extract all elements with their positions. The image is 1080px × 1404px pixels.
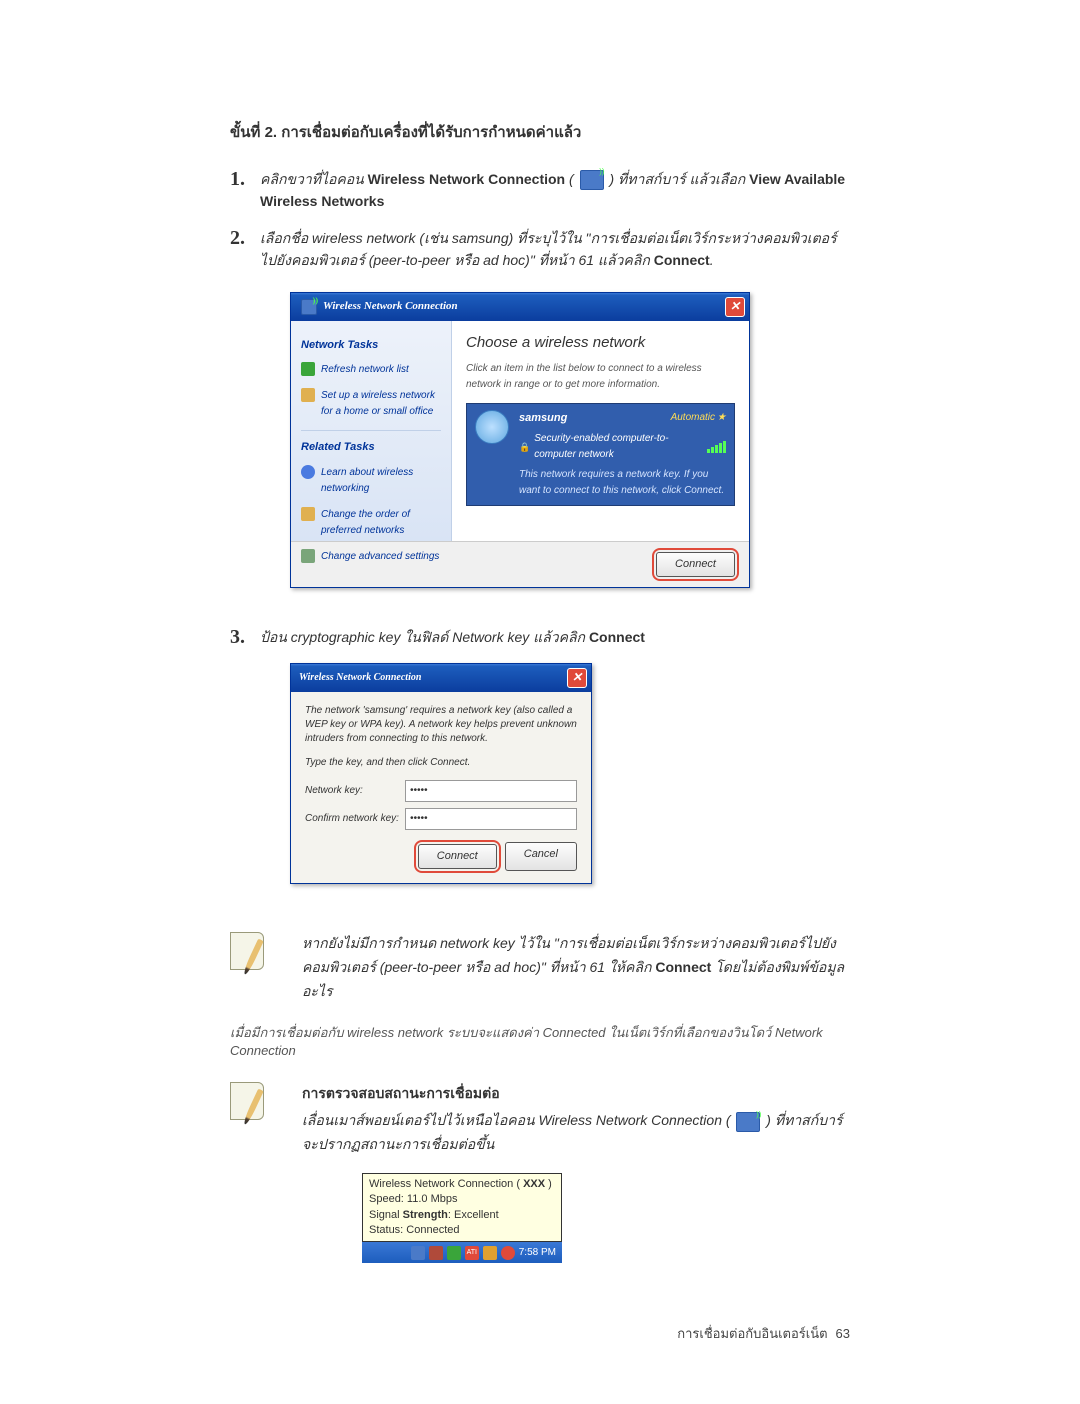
shield-tray-icon[interactable] bbox=[483, 1246, 497, 1260]
ati-tray-icon[interactable]: ATI bbox=[465, 1246, 479, 1260]
step-1-text: คลิกขวาที่ไอคอน Wireless Network Connect… bbox=[260, 168, 850, 213]
step-number-1: 1. bbox=[230, 168, 260, 191]
step-number-2: 2. bbox=[230, 227, 260, 250]
wireless-connection-icon bbox=[736, 1112, 760, 1132]
dialog-connect-button[interactable]: Connect bbox=[418, 844, 497, 870]
dialog-connect-highlight: Connect bbox=[416, 842, 499, 872]
close-icon[interactable]: ✕ bbox=[567, 668, 587, 688]
tray-icon[interactable] bbox=[429, 1246, 443, 1260]
wireless-window-screenshot: Wireless Network Connection ✕ Network Ta… bbox=[290, 292, 750, 589]
dialog-description-2: Type the key, and then click Connect. bbox=[305, 756, 577, 770]
connected-status-description: เมื่อมีการเชื่อมต่อกับ wireless network … bbox=[230, 1022, 850, 1058]
network-name: samsung bbox=[519, 410, 567, 428]
notepad-pencil-icon bbox=[230, 932, 270, 972]
wireless-connection-icon bbox=[580, 170, 604, 190]
step-number-3: 3. bbox=[230, 626, 260, 649]
signal-strength-icon bbox=[707, 441, 726, 453]
wireless-tray-icon[interactable] bbox=[411, 1246, 425, 1260]
tooltip-speed: Speed: 11.0 Mbps bbox=[369, 1192, 555, 1207]
network-key-input[interactable]: ••••• bbox=[405, 780, 577, 802]
dialog-cancel-button[interactable]: Cancel bbox=[505, 842, 577, 872]
sidebar: Network Tasks Refresh network list Set u… bbox=[291, 321, 452, 541]
sidebar-section-network-tasks: Network Tasks bbox=[301, 337, 441, 355]
tray-icon[interactable] bbox=[501, 1246, 515, 1260]
star-icon bbox=[301, 507, 315, 521]
info-icon bbox=[301, 465, 315, 479]
advanced-settings-link[interactable]: Change advanced settings bbox=[301, 549, 441, 565]
sidebar-section-related-tasks: Related Tasks bbox=[301, 439, 441, 457]
notepad-pencil-icon bbox=[230, 1082, 270, 1122]
step-2-text: เลือกชื่อ wireless network (เช่น samsung… bbox=[260, 227, 850, 612]
connect-button[interactable]: Connect bbox=[656, 552, 735, 578]
taskbar-clock: 7:58 PM bbox=[519, 1244, 556, 1261]
connection-tooltip-screenshot: Wireless Network Connection ( XXX ) Spee… bbox=[362, 1173, 562, 1264]
choose-network-subtext: Click an item in the list below to conne… bbox=[466, 361, 735, 393]
network-security-label: Security-enabled computer-to-computer ne… bbox=[519, 431, 707, 463]
confirm-key-label: Confirm network key: bbox=[305, 811, 405, 827]
dialog-title: Wireless Network Connection bbox=[299, 670, 421, 686]
confirm-key-input[interactable]: ••••• bbox=[405, 808, 577, 830]
gear-icon bbox=[301, 549, 315, 563]
tray-icon[interactable] bbox=[447, 1246, 461, 1260]
note-block-2: การตรวจสอบสถานะการเชื่อมต่อ เลื่อนเมาส์พ… bbox=[230, 1082, 850, 1264]
network-item-samsung[interactable]: samsung Automatic Security-enabled compu… bbox=[466, 403, 735, 507]
setup-icon bbox=[301, 388, 315, 402]
choose-network-heading: Choose a wireless network bbox=[466, 331, 735, 355]
page-footer: การเชื่อมต่อกับอินเตอร์เน็ต63 bbox=[230, 1323, 850, 1344]
step-3-text: ป้อน cryptographic key ในฟิลด์ Network k… bbox=[260, 626, 850, 908]
network-key-label: Network key: bbox=[305, 783, 405, 799]
connect-highlight: Connect bbox=[654, 550, 737, 580]
change-order-link[interactable]: Change the order of preferred networks bbox=[301, 507, 441, 539]
refresh-network-list-link[interactable]: Refresh network list bbox=[301, 362, 441, 378]
refresh-icon bbox=[301, 362, 315, 376]
setup-wireless-link[interactable]: Set up a wireless network for a home or … bbox=[301, 388, 441, 420]
tooltip-status-value: Connected bbox=[406, 1224, 459, 1236]
dialog-description-1: The network 'samsung' requires a network… bbox=[305, 704, 577, 746]
section-heading: ขั้นที่ 2. การเชื่อมต่อกับเครื่องที่ได้ร… bbox=[230, 120, 850, 144]
window-title: Wireless Network Connection bbox=[323, 298, 458, 316]
check-status-heading: การตรวจสอบสถานะการเชื่อมต่อ bbox=[302, 1082, 850, 1106]
close-icon[interactable]: ✕ bbox=[725, 297, 745, 317]
network-key-dialog-screenshot: Wireless Network Connection ✕ The networ… bbox=[290, 663, 592, 885]
note-block-1: หากยังไม่มีการกำหนด network key ไว้ใน "ก… bbox=[230, 932, 850, 1003]
network-automatic-label: Automatic bbox=[671, 410, 726, 426]
adhoc-network-icon bbox=[475, 410, 509, 444]
taskbar: ATI 7:58 PM bbox=[362, 1242, 562, 1263]
network-description: This network requires a network key. If … bbox=[519, 467, 726, 499]
learn-wireless-link[interactable]: Learn about wireless networking bbox=[301, 465, 441, 497]
wireless-title-icon bbox=[301, 299, 317, 315]
